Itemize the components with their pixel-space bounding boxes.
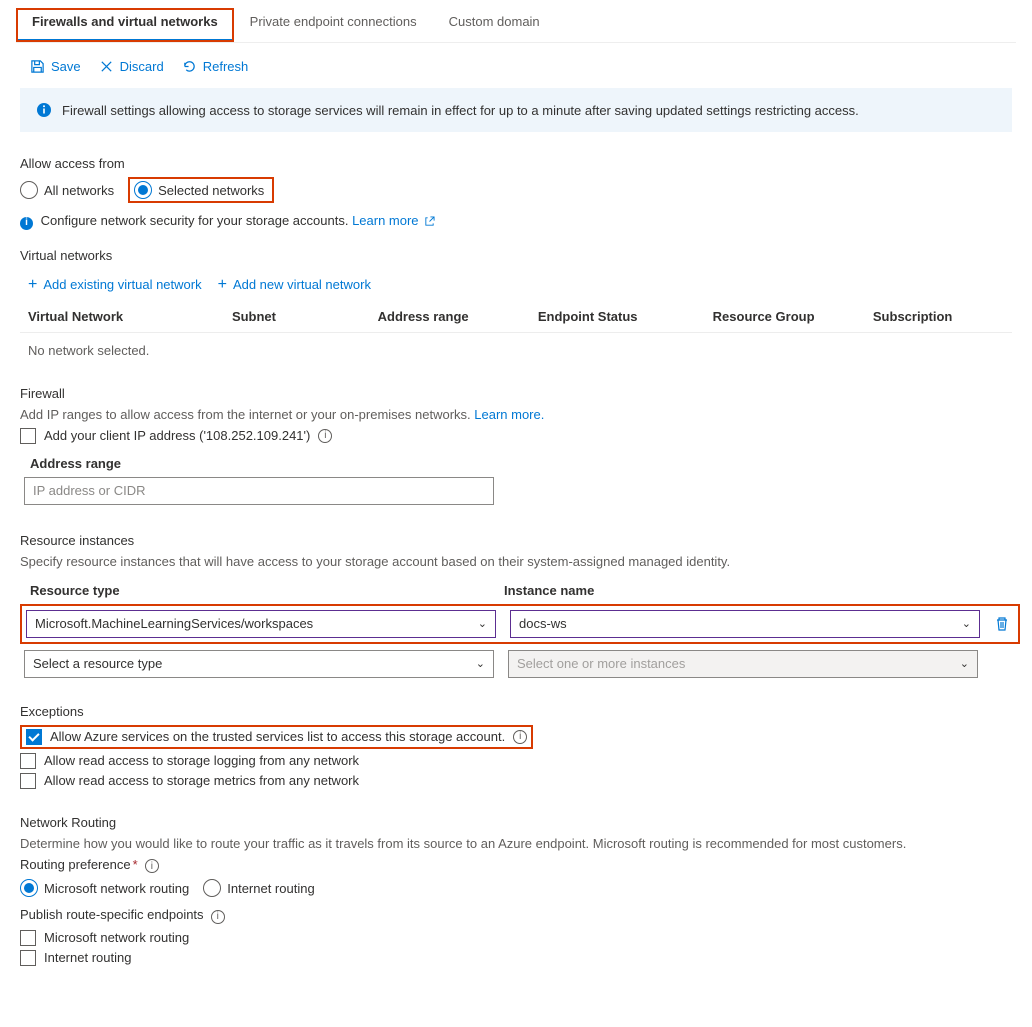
storage-metrics-label: Allow read access to storage metrics fro… [44,773,359,788]
chevron-down-icon: ⌄ [476,657,485,670]
access-label: Allow access from [20,156,1012,171]
vnet-add-row: + Add existing virtual network + Add new… [20,269,1012,301]
instance-name-dropdown-empty[interactable]: Select one or more instances ⌄ [508,650,978,678]
checkbox-internet-routing-endpoint[interactable] [20,950,36,966]
info-tooltip-icon[interactable]: i [513,730,527,744]
plus-icon: + [28,277,37,293]
discard-icon [99,59,114,74]
chevron-down-icon: ⌄ [962,617,971,630]
info-tooltip-icon[interactable]: i [318,429,332,443]
radio-ms-routing[interactable]: Microsoft network routing [20,879,189,897]
plus-icon: + [218,277,227,293]
ri-header-row: Resource type Instance name [20,583,1012,598]
checkbox-ms-routing-endpoint[interactable] [20,930,36,946]
refresh-icon [182,59,197,74]
col-subnet: Subnet [232,309,378,324]
chevron-down-icon: ⌄ [478,617,487,630]
radio-icon [20,879,38,897]
info-tooltip-icon[interactable]: i [145,859,159,873]
save-icon [30,59,45,74]
vnet-heading: Virtual networks [20,248,1012,263]
save-button[interactable]: Save [30,59,81,74]
configure-note: i Configure network security for your st… [20,213,1012,230]
checkbox-storage-logging[interactable] [20,753,36,769]
radio-icon [134,181,152,199]
network-routing-desc: Determine how you would like to route yo… [20,836,1012,851]
vnet-grid-header: Virtual Network Subnet Address range End… [20,301,1012,333]
toolbar: Save Discard Refresh [20,53,1012,88]
resource-instances-heading: Resource instances [20,533,1012,548]
resource-type-dropdown-empty[interactable]: Select a resource type ⌄ [24,650,494,678]
resource-instances-desc: Specify resource instances that will hav… [20,554,1012,569]
checkbox-storage-metrics[interactable] [20,773,36,789]
col-resource-group: Resource Group [713,309,873,324]
info-icon: i [20,217,33,230]
internet-routing-endpoint-label: Internet routing [44,950,131,965]
radio-icon [203,879,221,897]
col-virtual-network: Virtual Network [28,309,232,324]
col-subscription: Subscription [873,309,1004,324]
tab-private-endpoints[interactable]: Private endpoint connections [234,8,433,42]
required-star: * [133,857,138,872]
checkbox-trusted-services[interactable] [26,729,42,745]
vnet-empty-row: No network selected. [20,333,1012,368]
client-ip-label: Add your client IP address ('108.252.109… [44,428,310,443]
tab-firewalls[interactable]: Firewalls and virtual networks [16,8,234,42]
delete-icon[interactable] [994,616,1010,632]
radio-icon [20,181,38,199]
info-tooltip-icon[interactable]: i [211,910,225,924]
firewall-heading: Firewall [20,386,1012,401]
routing-pref-label: Routing preference* i [20,857,1012,874]
instance-name-dropdown[interactable]: docs-ws ⌄ [510,610,980,638]
access-radio-row: All networks Selected networks [20,177,1012,203]
col-instance-name: Instance name [504,583,974,598]
checkbox-client-ip[interactable] [20,428,36,444]
col-address-range: Address range [378,309,538,324]
ms-routing-endpoint-label: Microsoft network routing [44,930,189,945]
radio-selected-networks[interactable]: Selected networks [134,181,264,199]
discard-button[interactable]: Discard [99,59,164,74]
learn-more-link[interactable]: Learn more [352,213,435,228]
info-banner: Firewall settings allowing access to sto… [20,88,1012,132]
tabs-bar: Firewalls and virtual networks Private e… [16,8,1016,43]
resource-type-dropdown[interactable]: Microsoft.MachineLearningServices/worksp… [26,610,496,638]
col-resource-type: Resource type [20,583,490,598]
network-routing-heading: Network Routing [20,815,1012,830]
add-existing-vnet-button[interactable]: + Add existing virtual network [28,277,202,293]
external-link-icon [424,216,435,227]
firewall-learn-more-link[interactable]: Learn more. [474,407,544,422]
ri-selected-row-highlight: Microsoft.MachineLearningServices/worksp… [20,604,1020,644]
storage-logging-label: Allow read access to storage logging fro… [44,753,359,768]
col-endpoint-status: Endpoint Status [538,309,713,324]
add-new-vnet-button[interactable]: + Add new virtual network [218,277,371,293]
info-icon [36,102,52,118]
firewall-desc: Add IP ranges to allow access from the i… [20,407,1012,422]
publish-endpoints-label: Publish route-specific endpoints i [20,907,1012,924]
radio-internet-routing[interactable]: Internet routing [203,879,314,897]
trusted-services-label: Allow Azure services on the trusted serv… [50,729,505,744]
address-range-label: Address range [30,456,1012,471]
exceptions-heading: Exceptions [20,704,1012,719]
tab-custom-domain[interactable]: Custom domain [433,8,556,42]
radio-all-networks[interactable]: All networks [20,181,114,199]
refresh-button[interactable]: Refresh [182,59,249,74]
info-banner-text: Firewall settings allowing access to sto… [62,103,859,118]
address-range-input[interactable] [24,477,494,505]
chevron-down-icon: ⌄ [960,657,969,670]
